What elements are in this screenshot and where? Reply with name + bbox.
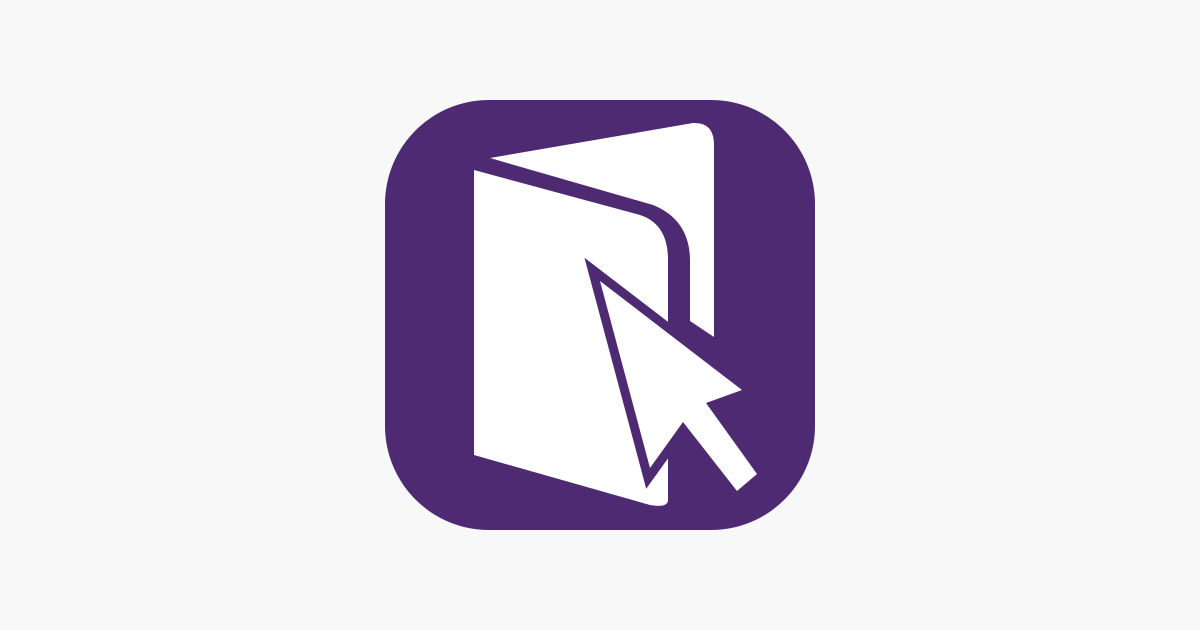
book-cursor-icon (385, 100, 815, 530)
app-icon (385, 100, 815, 530)
page-background (0, 0, 1200, 630)
